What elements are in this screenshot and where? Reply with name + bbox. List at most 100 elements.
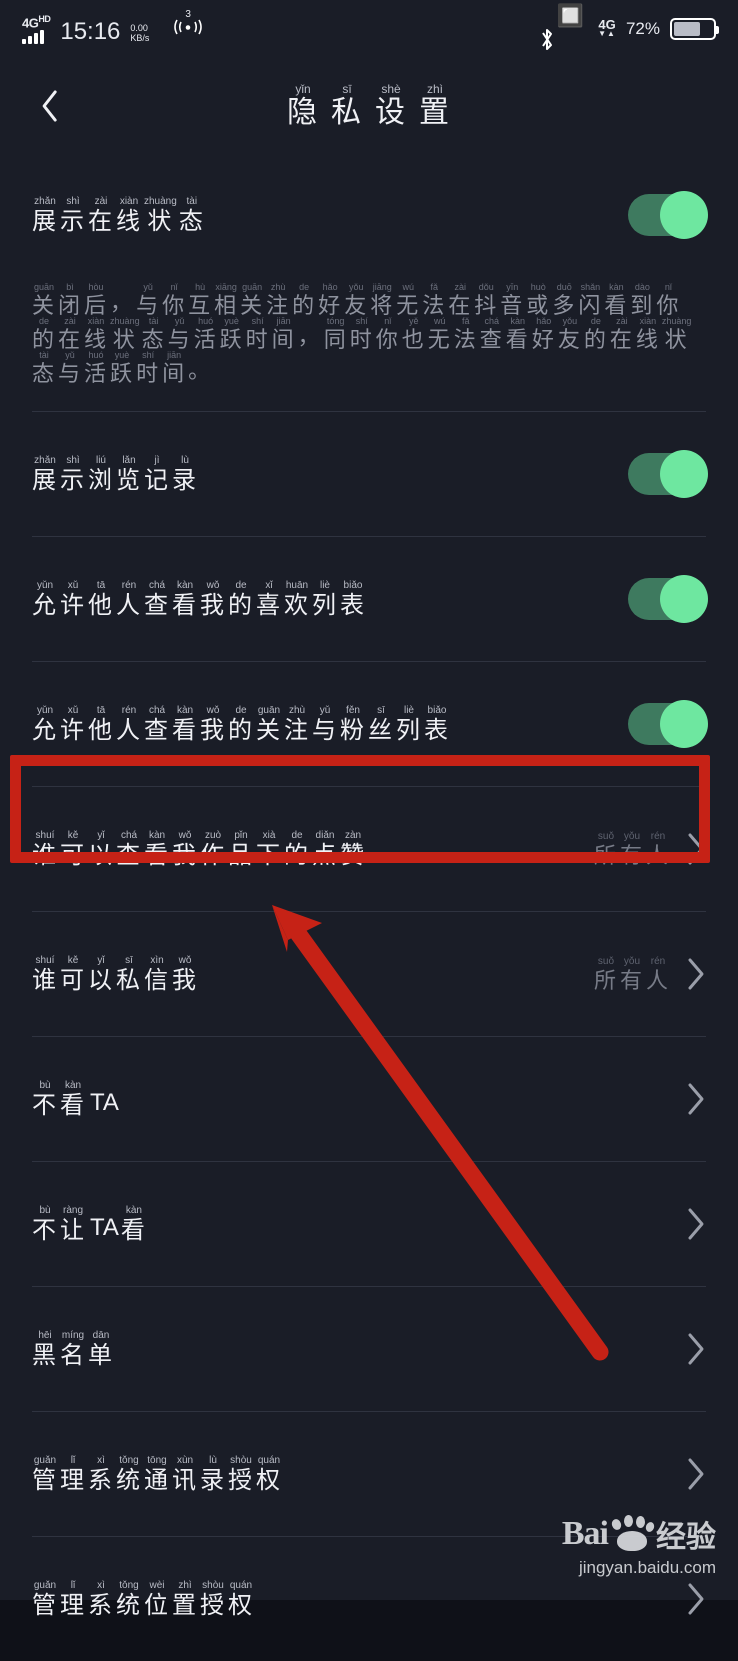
toggle-switch[interactable] <box>628 191 708 239</box>
punctuation: 。 <box>188 358 211 383</box>
row-show-browsing-history[interactable]: zhǎn 展 shì 示 liú 浏 lǎn 览 jì 记 lù 录 <box>0 412 738 536</box>
hanzi: 欢 <box>284 591 310 619</box>
hanzi: 允 <box>32 591 58 619</box>
pinyin: jiān <box>276 316 291 326</box>
ruby-char: chá 查 <box>480 317 504 351</box>
hanzi: 也 <box>401 327 426 352</box>
hanzi: 系 <box>88 1466 114 1494</box>
ruby-char: yǔ 与 <box>168 317 192 351</box>
hanzi: 信 <box>144 966 170 994</box>
ruby-char: shì 示 <box>60 196 86 234</box>
pinyin: lù <box>181 454 189 466</box>
toggle-switch[interactable] <box>628 450 708 498</box>
pinyin: zhì <box>178 1579 192 1591</box>
row-label-text: guǎn 管 lǐ 理 xì 系 tǒng 统 wèi 位 zhì 置 shòu 授 quán 权 <box>32 1579 668 1619</box>
ruby-char: yuè 跃 <box>110 351 134 385</box>
hanzi: 在 <box>609 327 634 352</box>
row-control <box>686 1457 706 1491</box>
hanzi: 关 <box>256 716 282 744</box>
pinyin: xiàn <box>639 316 657 326</box>
hanzi: 所 <box>593 842 618 868</box>
hanzi: 态 <box>32 361 57 386</box>
hanzi: 看 <box>60 1091 86 1119</box>
hanzi: 看 <box>172 591 198 619</box>
pinyin: de <box>235 579 247 591</box>
ruby-char: hòu 后 <box>84 283 108 317</box>
row-who-can-dm-me[interactable]: shuí 谁 kě 可 yǐ 以 sī 私 xìn 信 wǒ 我 suǒ 所 yǒu 有 rén 人 <box>0 912 738 1036</box>
ruby-char: shí 时 <box>246 317 270 351</box>
chevron-right-icon <box>688 833 704 865</box>
ruby-char: fǎ 法 <box>454 317 478 351</box>
ruby-char: liè 列 <box>396 705 422 743</box>
ruby-char: wú 无 <box>428 317 452 351</box>
hanzi: 音 <box>500 293 525 318</box>
pinyin: shuí <box>35 829 55 841</box>
hanzi: 人 <box>116 716 142 744</box>
hanzi: 点 <box>312 841 338 869</box>
pinyin: rén <box>650 830 666 842</box>
hanzi: 讯 <box>172 1466 198 1494</box>
hanzi: 他 <box>88 591 114 619</box>
hanzi: 你 <box>656 293 681 318</box>
hanzi: 位 <box>144 1591 170 1619</box>
pinyin: zhù <box>288 704 306 716</box>
row-blacklist[interactable]: hēi 黑 míng 名 dān 单 <box>0 1287 738 1411</box>
pinyin: quán <box>229 1579 253 1591</box>
bluetooth-glyph <box>541 29 552 50</box>
pinyin: dān <box>92 1329 110 1341</box>
ruby-char: shòu 授 <box>228 1455 254 1493</box>
ruby-char: shí 时 <box>350 317 374 351</box>
row-dont-let-ta-watch[interactable]: bù 不 ràng 让 TA kàn 看 <box>0 1162 738 1286</box>
row-show-online-status[interactable]: zhǎn 展 shì 示 zài 在 xiàn 线 zhuàng 状 tài 态 <box>0 153 738 277</box>
row-who-can-view-likes-on-my-works[interactable]: shuí 谁 kě 可 yǐ 以 chá 查 kàn 看 wǒ 我 zuò 作 pǐn 品 xià 下 de 的 diǎ… <box>0 787 738 911</box>
watermark-url: jingyan.baidu.com <box>578 1558 716 1577</box>
pinyin: hòu <box>88 282 104 292</box>
hanzi: 查 <box>144 591 170 619</box>
ruby-char: zàn 赞 <box>340 830 366 868</box>
ruby-char: yuè 跃 <box>220 317 244 351</box>
pinyin: chá <box>484 316 500 326</box>
row-label-text: zhǎn 展 shì 示 zài 在 xiàn 线 zhuàng 状 tài 态 <box>32 196 610 235</box>
pinyin: shí <box>251 316 264 326</box>
pinyin: xǐ <box>265 579 273 591</box>
ruby-char: xiàn 线 <box>636 317 660 351</box>
hanzi: 跃 <box>219 327 244 352</box>
hanzi: 闪 <box>578 293 603 318</box>
ruby-char: yǔ 与 <box>136 283 160 317</box>
ruby-char: ràng 让 <box>60 1205 86 1243</box>
hanzi: 态 <box>178 207 205 235</box>
row-allow-others-view-following-followers-list[interactable]: yǔn 允 xǔ 许 tā 他 rén 人 chá 查 kàn 看 wǒ 我 de 的 guān 关 zhù 注 yǔ 与… <box>0 662 738 786</box>
back-button[interactable] <box>30 86 70 126</box>
pinyin: bì <box>66 282 74 292</box>
pinyin: yǔn <box>36 704 54 716</box>
ruby-char: xìn 信 <box>144 954 170 994</box>
pinyin: xìn <box>150 954 164 966</box>
pinyin: sī <box>342 82 352 96</box>
toggle-switch[interactable] <box>628 575 708 623</box>
pinyin: tǒng <box>119 1454 139 1466</box>
pinyin: biǎo <box>427 704 447 716</box>
row-dont-watch-ta[interactable]: bù 不 kàn 看 TA <box>0 1037 738 1161</box>
row-allow-others-view-likes-list[interactable]: yǔn 允 xǔ 许 tā 他 rén 人 chá 查 kàn 看 wǒ 我 de 的 xǐ 喜 huān 欢 liè 列… <box>0 537 738 661</box>
toggle-switch[interactable] <box>628 700 708 748</box>
ruby-char: guān 关 <box>32 283 56 317</box>
hanzi: 统 <box>116 1466 142 1494</box>
hanzi: 到 <box>630 293 655 318</box>
pinyin: tōng <box>147 1454 167 1466</box>
ruby-char: yǐ 以 <box>88 830 114 868</box>
hanzi: 好 <box>531 327 556 352</box>
pinyin: nǐ <box>664 282 672 292</box>
ruby-char: tā 他 <box>88 705 114 743</box>
ruby-char: de 的 <box>228 705 254 743</box>
hanzi: 好 <box>318 293 343 318</box>
pinyin: xǔ <box>67 704 79 716</box>
hanzi: 同 <box>323 327 348 352</box>
pinyin: yuè <box>224 316 239 326</box>
ruby-char: biǎo 表 <box>340 580 366 618</box>
ruby-char: kàn 看 <box>60 1080 86 1119</box>
ruby-char: rén 人 <box>646 830 670 867</box>
hanzi: 统 <box>116 1591 142 1619</box>
pinyin: kàn <box>510 316 526 326</box>
pinyin: de <box>590 316 601 326</box>
hanzi: 看 <box>144 841 170 869</box>
